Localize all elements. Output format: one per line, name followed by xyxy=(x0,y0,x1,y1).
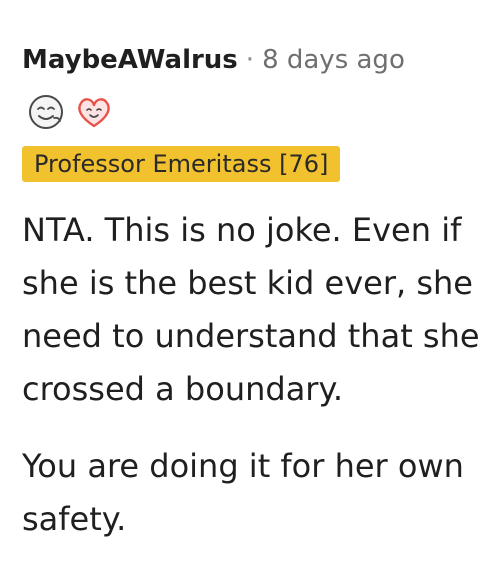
comment-card: MaybeAWalrus · 8 days ago Professor Emerit… xyxy=(0,0,498,566)
username-link[interactable]: MaybeAWalrus xyxy=(22,45,238,75)
smiling-face-badge-icon[interactable] xyxy=(26,92,66,132)
meta-separator: · xyxy=(245,45,255,75)
comment-header: MaybeAWalrus · 8 days ago xyxy=(22,40,405,80)
timestamp: 8 days ago xyxy=(262,45,405,75)
comment-body: NTA. This is no joke. Even if she is the… xyxy=(22,204,492,570)
user-rank-badge: Professor Emeritass [76] xyxy=(22,146,341,182)
comment-paragraph: NTA. This is no joke. Even if she is the… xyxy=(22,211,480,408)
badge-row xyxy=(26,92,114,132)
comment-paragraph: You are doing it for her own safety. xyxy=(22,447,464,538)
heart-face-badge-icon[interactable] xyxy=(74,92,114,132)
